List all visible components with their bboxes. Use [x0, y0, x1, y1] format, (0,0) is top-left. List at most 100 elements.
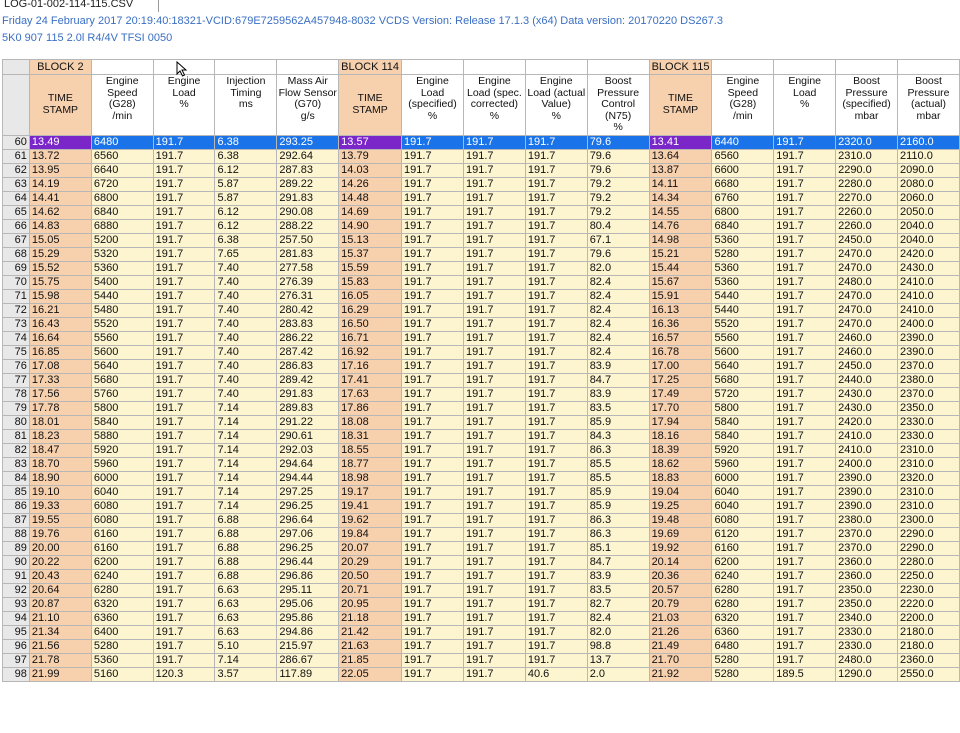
table-cell[interactable]: 79.6: [586, 134, 650, 150]
table-cell[interactable]: 191.7: [152, 526, 216, 542]
table-cell[interactable]: 2310.0: [835, 148, 898, 164]
table-cell[interactable]: 191.7: [773, 176, 837, 192]
table-cell[interactable]: 191.7: [773, 204, 837, 220]
table-cell[interactable]: 19.92: [648, 540, 713, 556]
table-cell[interactable]: 85.1: [586, 540, 650, 556]
table-cell[interactable]: 191.7: [152, 218, 216, 234]
table-cell[interactable]: 2460.0: [835, 344, 898, 360]
table-cell[interactable]: 191.7: [462, 624, 526, 640]
table-cell[interactable]: 20.14: [648, 554, 713, 570]
table-cell[interactable]: 2410.0: [835, 442, 898, 458]
table-cell[interactable]: 191.7: [462, 344, 526, 360]
table-cell[interactable]: 293.25: [276, 134, 340, 150]
table-row[interactable]: 62 13.95 6640 191.7 6.12 287.83 14.03 191.7 191.…: [2, 162, 960, 178]
table-cell[interactable]: 20.57: [648, 582, 713, 598]
table-cell[interactable]: 191.7: [524, 470, 588, 486]
table-cell[interactable]: 191.7: [401, 274, 464, 290]
table-row[interactable]: 73 16.43 5520 191.7 7.40 283.83 16.50 191.7 191.…: [2, 316, 960, 332]
table-cell[interactable]: 191.7: [401, 456, 464, 472]
table-cell[interactable]: 7.40: [214, 372, 278, 388]
table-cell[interactable]: 191.7: [773, 274, 837, 290]
table-cell[interactable]: 2410.0: [835, 428, 898, 444]
table-cell[interactable]: 16.13: [648, 302, 713, 318]
table-cell[interactable]: 21.49: [648, 638, 713, 654]
table-cell[interactable]: 18.55: [338, 442, 403, 458]
table-cell[interactable]: 16.50: [338, 316, 403, 332]
table-cell[interactable]: 6160: [90, 540, 154, 556]
table-row[interactable]: 87 19.55 6080 191.7 6.88 296.64 19.62 191.7 191.…: [2, 512, 960, 528]
table-cell[interactable]: 191.7: [524, 610, 588, 626]
table-cell[interactable]: 2360.0: [835, 554, 898, 570]
table-cell[interactable]: 191.7: [401, 582, 464, 598]
table-cell[interactable]: 191.7: [401, 610, 464, 626]
table-cell[interactable]: 7.40: [214, 302, 278, 318]
table-cell[interactable]: 191.7: [524, 512, 588, 528]
table-cell[interactable]: 7.40: [214, 288, 278, 304]
table-cell[interactable]: 6080: [711, 512, 775, 528]
table-cell[interactable]: 79.2: [586, 190, 650, 206]
table-cell[interactable]: 20.64: [28, 582, 92, 598]
table-cell[interactable]: 19.48: [648, 512, 713, 528]
table-cell[interactable]: 20.07: [338, 540, 403, 556]
column-header[interactable]: Boost Pressure Control (N75)%: [586, 74, 650, 136]
table-cell[interactable]: 21.26: [648, 624, 713, 640]
table-cell[interactable]: 14.48: [338, 190, 403, 206]
column-header[interactable]: Injection Timing ms: [214, 74, 278, 136]
table-cell[interactable]: 286.83: [276, 358, 340, 374]
table-cell[interactable]: 191.7: [462, 498, 526, 514]
table-row[interactable]: 96 21.56 5280 191.7 5.10 215.97 21.63 191.7 191.…: [2, 638, 960, 654]
table-cell[interactable]: 191.7: [462, 540, 526, 556]
table-cell[interactable]: 2470.0: [835, 302, 898, 318]
table-cell[interactable]: 191.7: [152, 568, 216, 584]
table-cell[interactable]: 191.7: [401, 638, 464, 654]
table-cell[interactable]: 7.14: [214, 400, 278, 416]
table-cell[interactable]: 79.2: [586, 176, 650, 192]
table-cell[interactable]: 5880: [90, 428, 154, 444]
table-cell[interactable]: 191.7: [152, 372, 216, 388]
table-cell[interactable]: 6040: [711, 484, 775, 500]
table-cell[interactable]: 6840: [90, 204, 154, 220]
table-cell[interactable]: 191.7: [152, 442, 216, 458]
table-cell[interactable]: 6.38: [214, 148, 278, 164]
table-cell[interactable]: 2180.0: [897, 624, 960, 640]
table-cell[interactable]: 5360: [90, 260, 154, 276]
table-cell[interactable]: 191.7: [401, 400, 464, 416]
table-cell[interactable]: 6280: [711, 582, 775, 598]
table-cell[interactable]: 294.64: [276, 456, 340, 472]
table-cell[interactable]: 15.59: [338, 260, 403, 276]
table-cell[interactable]: 291.83: [276, 190, 340, 206]
table-cell[interactable]: 2450.0: [835, 358, 898, 374]
table-cell[interactable]: 191.7: [524, 484, 588, 500]
table-cell[interactable]: 191.7: [773, 610, 837, 626]
table-cell[interactable]: 5920: [711, 442, 775, 458]
table-cell[interactable]: 6.88: [214, 526, 278, 542]
table-cell[interactable]: 191.7: [773, 302, 837, 318]
table-cell[interactable]: 6480: [90, 134, 154, 150]
table-cell[interactable]: 15.05: [28, 232, 92, 248]
table-cell[interactable]: 191.7: [524, 260, 588, 276]
table-cell[interactable]: 191.7: [524, 162, 588, 178]
table-cell[interactable]: 5440: [711, 288, 775, 304]
table-cell[interactable]: 2550.0: [897, 666, 960, 682]
table-cell[interactable]: 191.7: [152, 456, 216, 472]
table-cell[interactable]: 2480.0: [835, 652, 898, 668]
table-cell[interactable]: 5360: [711, 274, 775, 290]
table-cell[interactable]: 5480: [90, 302, 154, 318]
table-cell[interactable]: 5360: [711, 232, 775, 248]
table-row[interactable]: 66 14.83 6880 191.7 6.12 288.22 14.90 191.7 191.…: [2, 218, 960, 234]
table-cell[interactable]: 18.83: [648, 470, 713, 486]
table-cell[interactable]: 85.9: [586, 414, 650, 430]
table-cell[interactable]: 7.14: [214, 456, 278, 472]
table-cell[interactable]: 2410.0: [897, 274, 960, 290]
table-cell[interactable]: 14.98: [648, 232, 713, 248]
table-cell[interactable]: 19.33: [28, 498, 92, 514]
table-cell[interactable]: 2.0: [586, 666, 650, 682]
table-cell[interactable]: 2290.0: [835, 162, 898, 178]
table-cell[interactable]: 3.57: [214, 666, 278, 682]
table-cell[interactable]: 6.88: [214, 554, 278, 570]
table-cell[interactable]: 19.41: [338, 498, 403, 514]
table-cell[interactable]: 191.7: [401, 358, 464, 374]
table-cell[interactable]: 98.8: [586, 638, 650, 654]
table-cell[interactable]: 191.7: [462, 274, 526, 290]
table-cell[interactable]: 5440: [90, 288, 154, 304]
